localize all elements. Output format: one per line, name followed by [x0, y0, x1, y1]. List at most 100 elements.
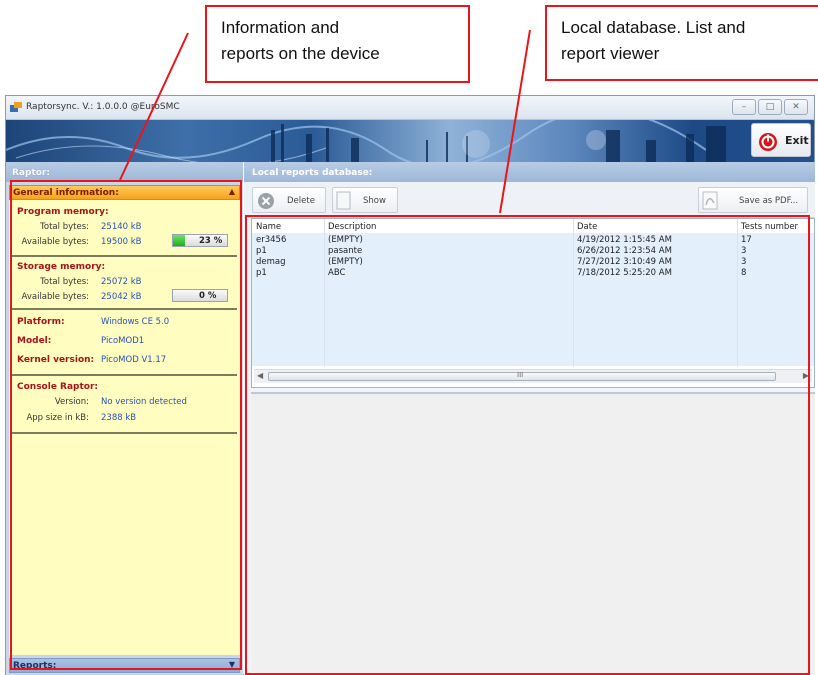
storage-available-value: 25042 kB [101, 292, 142, 302]
minimize-button[interactable]: – [732, 99, 756, 115]
model-value: PicoMOD1 [101, 336, 145, 346]
pdf-icon [702, 191, 718, 210]
platform-value: Windows CE 5.0 [101, 317, 170, 327]
column-header-date[interactable]: Date [577, 222, 597, 232]
section-divider [12, 374, 237, 376]
local-reports-header: Local reports database: [244, 162, 815, 182]
cell-tests-number: 3 [741, 246, 747, 256]
section-divider [12, 255, 237, 257]
callout-device-info: Information and reports on the device [205, 5, 470, 83]
cell-description: ABC [328, 268, 346, 278]
collapse-icon[interactable]: ▲ [229, 187, 235, 196]
delete-label: Delete [287, 196, 315, 206]
model-label: Model: [17, 336, 52, 346]
callout-line: Information and [221, 18, 340, 37]
save-as-pdf-label: Save as PDF... [739, 196, 799, 206]
close-icon: ✕ [792, 102, 800, 112]
general-information-body: Program memory: Total bytes: 25140 kB Av… [9, 200, 240, 655]
cell-description: pasante [328, 246, 363, 256]
storage-total-label: Total bytes: [40, 277, 89, 287]
cell-tests-number: 8 [741, 268, 747, 278]
show-button[interactable]: Show [332, 187, 398, 213]
save-as-pdf-button[interactable]: Save as PDF... [698, 187, 808, 213]
local-database-panel: Local reports database: Delete Show Save… [244, 162, 815, 675]
program-memory-title: Program memory: [17, 207, 109, 217]
section-divider [12, 308, 237, 310]
general-information-title: General information: [13, 188, 119, 198]
cell-name: er3456 [256, 235, 287, 245]
section-divider [12, 432, 237, 434]
console-version-value: No version detected [101, 397, 187, 407]
cell-name: p1 [256, 246, 267, 256]
program-available-value: 19500 kB [101, 237, 142, 247]
close-button[interactable]: ✕ [784, 99, 808, 115]
window-title: Raptorsync. V.: 1.0.0.0 @EuroSMC [26, 102, 180, 112]
header-banner: Exit [6, 120, 814, 162]
maximize-button[interactable]: □ [758, 99, 782, 115]
cell-name: demag [256, 257, 286, 267]
raptor-header: Raptor: [6, 162, 243, 182]
reports-header[interactable]: Reports: ▼ [9, 658, 240, 673]
delete-icon [258, 193, 274, 209]
storage-progress-text: 0 % [199, 291, 217, 301]
toolbar: Delete Show Save as PDF... [244, 182, 815, 218]
storage-total-value: 25072 kB [101, 277, 142, 287]
cell-date: 4/19/2012 1:15:45 AM [577, 235, 672, 245]
reports-table: Name Description Date Tests number er345… [251, 218, 815, 388]
console-raptor-title: Console Raptor: [17, 382, 99, 392]
cell-date: 7/18/2012 5:25:20 AM [577, 268, 672, 278]
program-total-value: 25140 kB [101, 222, 142, 232]
scrollbar-thumb[interactable]: III [268, 371, 776, 381]
report-viewer [251, 392, 815, 675]
app-icon [10, 102, 22, 112]
program-progress-fill [173, 235, 186, 246]
program-memory-progress: 23 % [172, 234, 228, 247]
storage-memory-progress: 0 % [172, 289, 228, 302]
cell-date: 7/27/2012 3:10:49 AM [577, 257, 672, 267]
callout-line: report viewer [561, 44, 660, 63]
cell-date: 6/26/2012 1:23:54 AM [577, 246, 672, 256]
expand-icon[interactable]: ▼ [229, 660, 235, 669]
scroll-right-icon[interactable]: ▶ [803, 371, 809, 380]
column-header-description[interactable]: Description [328, 222, 376, 232]
general-information-header[interactable]: General information: ▲ [9, 185, 240, 200]
callout-line: Local database. List and [561, 18, 746, 37]
callout-local-database: Local database. List and report viewer [545, 5, 818, 81]
platform-label: Platform: [17, 317, 65, 327]
console-version-label: Version: [54, 397, 89, 407]
column-divider [324, 219, 325, 367]
reports-title: Reports: [13, 661, 57, 671]
kernel-version-value: PicoMOD V1.17 [101, 355, 167, 365]
scrollbar-grip: III [517, 371, 524, 379]
title-bar: Raptorsync. V.: 1.0.0.0 @EuroSMC – □ ✕ [6, 96, 814, 120]
device-info-panel: Raptor: General information: ▲ Program m… [6, 162, 243, 675]
maximize-icon: □ [765, 102, 775, 112]
program-progress-text: 23 % [199, 236, 223, 246]
app-size-label: App size in kB: [26, 413, 89, 423]
cell-description: (EMPTY) [328, 257, 363, 267]
minimize-icon: – [741, 102, 747, 112]
cell-name: p1 [256, 268, 267, 278]
column-divider [737, 219, 738, 367]
banner-artwork [6, 120, 726, 162]
power-icon [759, 133, 777, 151]
program-total-label: Total bytes: [40, 222, 89, 232]
horizontal-scrollbar[interactable]: ◀ III ▶ [254, 369, 812, 383]
column-header-name[interactable]: Name [256, 222, 281, 232]
app-size-value: 2388 kB [101, 413, 137, 423]
cell-tests-number: 3 [741, 257, 747, 267]
storage-memory-title: Storage memory: [17, 262, 106, 272]
app-window: Raptorsync. V.: 1.0.0.0 @EuroSMC – □ ✕ E… [5, 95, 815, 675]
exit-label: Exit [785, 134, 809, 147]
delete-button[interactable]: Delete [252, 187, 326, 213]
column-header-tests-number[interactable]: Tests number [741, 222, 798, 232]
column-divider [573, 219, 574, 367]
storage-available-label: Available bytes: [21, 292, 89, 302]
show-label: Show [363, 196, 386, 206]
program-available-label: Available bytes: [21, 237, 89, 247]
document-icon [336, 191, 351, 210]
exit-button[interactable]: Exit [751, 123, 811, 157]
callout-line: reports on the device [221, 44, 380, 63]
scroll-left-icon[interactable]: ◀ [257, 371, 263, 380]
cell-description: (EMPTY) [328, 235, 363, 245]
